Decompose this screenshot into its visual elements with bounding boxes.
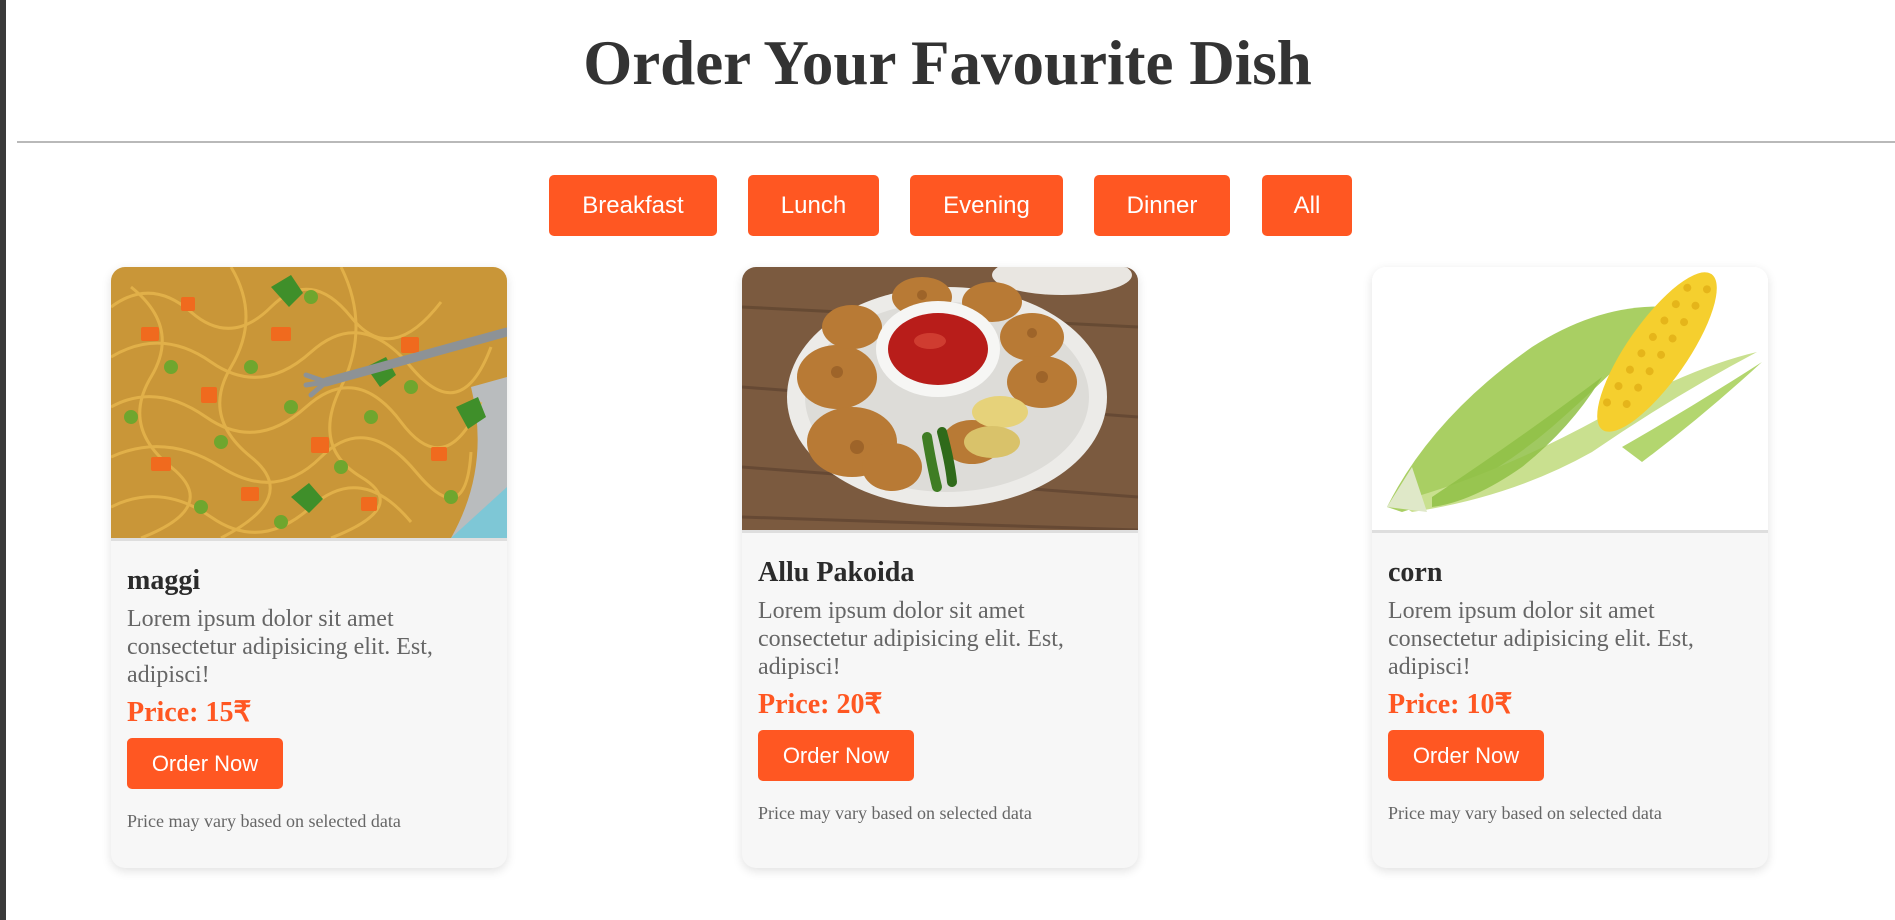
category-filter-bar: Breakfast Lunch Evening Dinner All	[0, 175, 1895, 236]
dish-price: Price: 15₹	[127, 697, 252, 728]
dish-price: Price: 20₹	[758, 689, 883, 720]
filter-all-button[interactable]: All	[1262, 175, 1352, 236]
title-divider	[17, 141, 1895, 143]
price-note: Price may vary based on selected data	[127, 811, 401, 831]
dish-card-allu-pakoida: Allu Pakoida Lorem ipsum dolor sit amet …	[742, 267, 1138, 868]
filter-dinner-button[interactable]: Dinner	[1094, 175, 1230, 236]
dish-description: Lorem ipsum dolor sit amet consectetur a…	[1388, 598, 1694, 680]
dish-name: corn	[1388, 557, 1443, 588]
dish-name: Allu Pakoida	[758, 557, 915, 588]
dish-price: Price: 10₹	[1388, 689, 1513, 720]
corn-image	[1372, 267, 1768, 530]
dish-name: maggi	[127, 565, 201, 596]
order-now-button[interactable]: Order Now	[758, 730, 914, 781]
price-note: Price may vary based on selected data	[1388, 803, 1662, 823]
order-now-button[interactable]: Order Now	[1388, 730, 1544, 781]
filter-lunch-button[interactable]: Lunch	[748, 175, 879, 236]
noodles-image	[111, 267, 507, 538]
pakoda-image	[742, 267, 1138, 530]
page-title: Order Your Favourite Dish	[583, 28, 1312, 98]
order-now-button[interactable]: Order Now	[127, 738, 283, 789]
dish-info-allu-pakoida: Allu Pakoida Lorem ipsum dolor sit amet …	[758, 556, 1122, 824]
dish-info-corn: corn Lorem ipsum dolor sit amet consecte…	[1388, 556, 1752, 824]
dish-info-maggi: maggi Lorem ipsum dolor sit amet consect…	[127, 564, 491, 832]
noodles-photo	[111, 267, 507, 541]
dish-card-maggi: maggi Lorem ipsum dolor sit amet consect…	[111, 267, 507, 868]
price-note: Price may vary based on selected data	[758, 803, 1032, 823]
corn-photo	[1372, 267, 1768, 533]
filter-evening-button[interactable]: Evening	[910, 175, 1063, 236]
dish-description: Lorem ipsum dolor sit amet consectetur a…	[758, 598, 1064, 680]
dish-description: Lorem ipsum dolor sit amet consectetur a…	[127, 606, 433, 688]
dish-card-corn: corn Lorem ipsum dolor sit amet consecte…	[1372, 267, 1768, 868]
filter-breakfast-button[interactable]: Breakfast	[549, 175, 717, 236]
window-edge	[0, 0, 6, 920]
pakoda-photo	[742, 267, 1138, 533]
